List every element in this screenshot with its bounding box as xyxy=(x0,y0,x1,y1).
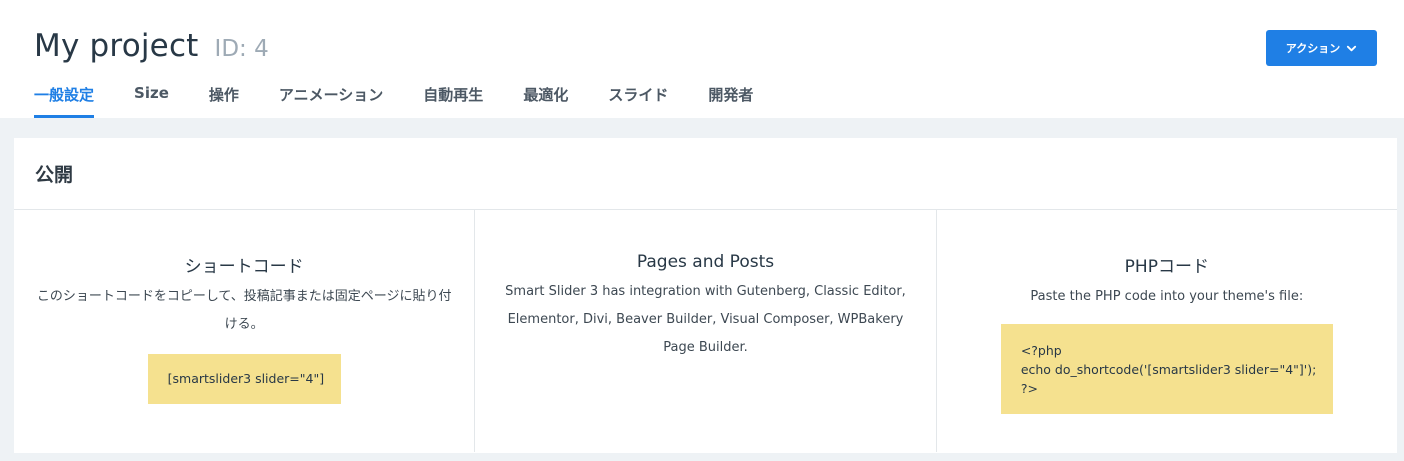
action-button[interactable]: アクション xyxy=(1266,30,1377,66)
shortcode-code-box[interactable]: [smartslider3 slider="4"] xyxy=(147,354,341,404)
php-code-column: PHPコード Paste the PHP code into your them… xyxy=(937,210,1397,452)
publish-title: 公開 xyxy=(35,164,74,186)
publish-panel: 公開 ショートコード このショートコードをコピーして、投稿記事または固定ページに… xyxy=(14,138,1397,453)
page-header: My project ID: 4 アクション 一般設定 Size 操作 アニメー… xyxy=(0,0,1404,118)
tab-autoplay[interactable]: 自動再生 xyxy=(423,80,483,118)
php-code-box[interactable]: <?php echo do_shortcode('[smartslider3 s… xyxy=(1000,324,1333,414)
tab-developer[interactable]: 開発者 xyxy=(708,80,753,118)
php-code-line: <?php xyxy=(1020,343,1062,358)
pages-posts-description: Smart Slider 3 has integration with Gute… xyxy=(505,284,906,355)
tab-slides[interactable]: スライド xyxy=(608,80,668,118)
publish-columns: ショートコード このショートコードをコピーして、投稿記事または固定ページに貼り付… xyxy=(14,210,1397,452)
settings-tabs: 一般設定 Size 操作 アニメーション 自動再生 最適化 スライド 開発者 xyxy=(34,80,793,118)
title-row: My project ID: 4 xyxy=(34,28,269,64)
pages-posts-column: Pages and Posts Smart Slider 3 has integ… xyxy=(475,210,937,452)
publish-panel-header: 公開 xyxy=(14,138,1397,210)
tab-controls[interactable]: 操作 xyxy=(209,80,239,118)
php-code-title: PHPコード xyxy=(1124,257,1209,277)
tab-animation[interactable]: アニメーション xyxy=(279,80,383,118)
page-title: My project xyxy=(34,28,199,64)
tab-general[interactable]: 一般設定 xyxy=(34,80,95,118)
action-button-label: アクション xyxy=(1285,42,1341,55)
php-code-description: Paste the PHP code into your theme's fil… xyxy=(1030,289,1304,304)
chevron-down-icon xyxy=(1347,45,1357,51)
shortcode-title: ショートコード xyxy=(184,257,304,277)
php-code-line: echo do_shortcode('[smartslider3 slider=… xyxy=(1020,362,1317,377)
project-id: ID: 4 xyxy=(214,36,269,62)
pages-posts-title: Pages and Posts xyxy=(636,252,775,272)
php-code-line: ?> xyxy=(1020,381,1038,396)
tab-optimize[interactable]: 最適化 xyxy=(523,80,568,118)
shortcode-description: このショートコードをコピーして、投稿記事または固定ページに貼り付ける。 xyxy=(36,289,452,332)
shortcode-column: ショートコード このショートコードをコピーして、投稿記事または固定ページに貼り付… xyxy=(14,210,476,452)
tab-size[interactable]: Size xyxy=(134,80,169,118)
